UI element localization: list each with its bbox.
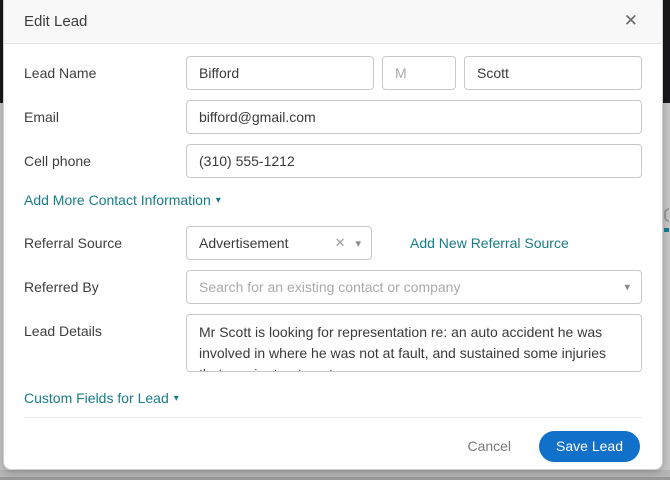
add-new-referral-source-label: Add New Referral Source xyxy=(410,235,569,251)
lead-details-textarea[interactable]: Mr Scott is looking for representation r… xyxy=(186,314,642,372)
cell-phone-fields xyxy=(186,144,642,178)
save-lead-button[interactable]: Save Lead xyxy=(539,431,640,462)
modal-footer: Cancel Save Lead xyxy=(4,418,662,480)
cell-phone-label: Cell phone xyxy=(24,153,186,169)
first-name-input[interactable] xyxy=(186,56,374,90)
cell-phone-row: Cell phone xyxy=(24,144,642,178)
lead-details-row: Lead Details Mr Scott is looking for rep… xyxy=(24,314,642,372)
cell-phone-input[interactable] xyxy=(186,144,642,178)
referral-source-select[interactable]: Advertisement ✕ ▾ xyxy=(186,226,372,260)
close-icon[interactable]: ✕ xyxy=(620,11,642,32)
referral-source-row: Referral Source Advertisement ✕ ▾ Add Ne… xyxy=(24,226,642,260)
email-label: Email xyxy=(24,109,186,125)
email-row: Email xyxy=(24,100,642,134)
referral-source-value: Advertisement xyxy=(199,235,335,251)
cancel-button[interactable]: Cancel xyxy=(467,438,511,454)
add-more-contact-link[interactable]: Add More Contact Information ▾ xyxy=(24,192,221,208)
lead-name-label: Lead Name xyxy=(24,65,186,81)
referred-by-fields: ▾ xyxy=(186,270,642,304)
middle-name-input[interactable] xyxy=(382,56,456,90)
referred-by-row: Referred By ▾ xyxy=(24,270,642,304)
backdrop-dark-area xyxy=(663,0,670,103)
caret-down-icon: ▾ xyxy=(216,194,221,206)
backdrop-right-strip xyxy=(663,0,670,480)
lead-name-row: Lead Name xyxy=(24,56,642,90)
lead-name-fields xyxy=(186,56,642,90)
add-more-contact-label: Add More Contact Information xyxy=(24,192,211,208)
modal-title: Edit Lead xyxy=(24,13,87,30)
custom-fields-row: Custom Fields for Lead ▾ xyxy=(24,390,642,408)
referral-source-label: Referral Source xyxy=(24,235,186,251)
clear-icon[interactable]: ✕ xyxy=(335,235,346,251)
backdrop-artifact xyxy=(664,208,669,222)
email-input[interactable] xyxy=(186,100,642,134)
email-fields xyxy=(186,100,642,134)
backdrop-artifact xyxy=(664,228,669,232)
caret-down-icon: ▾ xyxy=(174,392,179,404)
edit-lead-modal: Edit Lead ✕ Lead Name Email Cell phone xyxy=(3,0,663,470)
referral-source-fields: Advertisement ✕ ▾ Add New Referral Sourc… xyxy=(186,226,642,260)
caret-down-icon[interactable]: ▾ xyxy=(355,237,361,250)
lead-details-fields: Mr Scott is looking for representation r… xyxy=(186,314,642,372)
add-more-contact-row: Add More Contact Information ▾ xyxy=(24,192,642,210)
custom-fields-link[interactable]: Custom Fields for Lead ▾ xyxy=(24,390,179,406)
custom-fields-label: Custom Fields for Lead xyxy=(24,390,169,406)
lead-details-label: Lead Details xyxy=(24,314,186,339)
last-name-input[interactable] xyxy=(464,56,642,90)
modal-body: Lead Name Email Cell phone Add More Cont… xyxy=(4,44,662,408)
modal-header: Edit Lead ✕ xyxy=(4,0,662,44)
referred-by-search-box: ▾ xyxy=(186,270,642,304)
referred-by-search-input[interactable] xyxy=(186,270,642,304)
add-new-referral-source-link[interactable]: Add New Referral Source xyxy=(410,235,569,251)
referred-by-label: Referred By xyxy=(24,279,186,295)
